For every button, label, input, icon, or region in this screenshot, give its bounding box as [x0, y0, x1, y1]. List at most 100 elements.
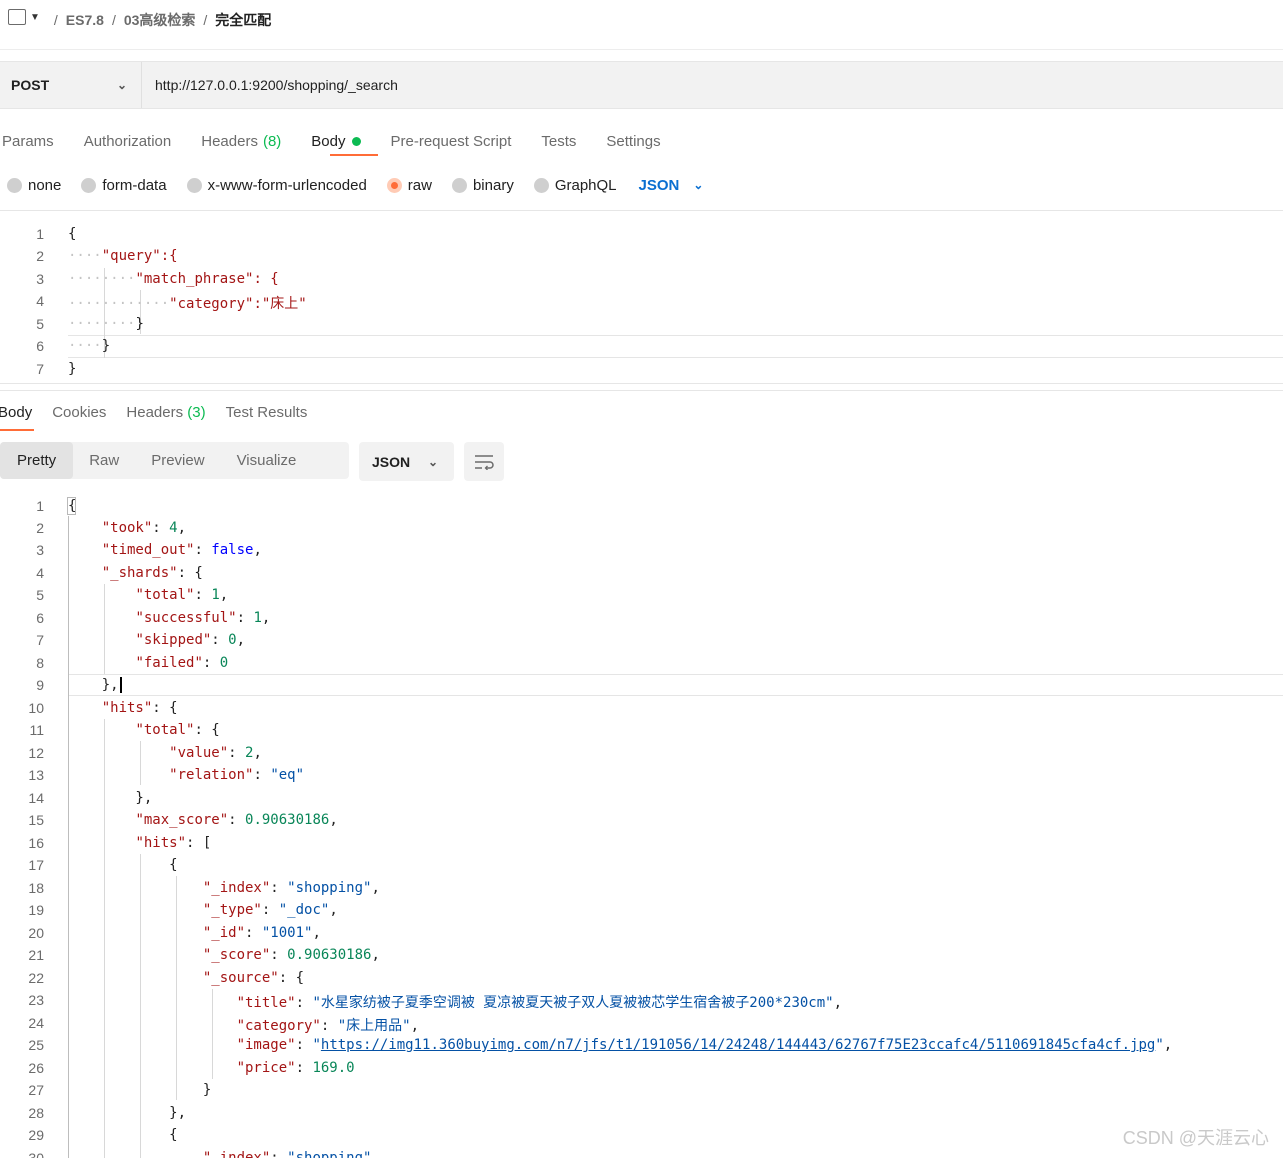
code-line: },	[68, 790, 153, 806]
radio-label: none	[28, 176, 62, 194]
tab-label: Body	[311, 132, 346, 150]
radio-none[interactable]: none	[7, 177, 61, 194]
tab-cookies[interactable]: Cookies	[52, 404, 106, 421]
code-line: },	[68, 1105, 187, 1121]
code-line: {	[68, 1127, 178, 1143]
line-number: 4	[36, 565, 44, 581]
tab-response-headers[interactable]: Headers (3)	[126, 404, 205, 421]
line-number: 19	[28, 902, 44, 918]
line-number: 14	[28, 790, 44, 806]
code-line: "category": "床上用品",	[236, 1018, 420, 1034]
radio-graphql[interactable]: GraphQL	[533, 176, 617, 194]
body-format-select[interactable]: JSON ⌄	[639, 177, 704, 194]
radio-raw[interactable]: raw	[386, 177, 432, 194]
active-tab-indicator	[0, 429, 34, 431]
radio-form-data[interactable]: form-data	[81, 176, 167, 194]
line-number: 7	[36, 632, 44, 648]
tab-authorization[interactable]: Authorization	[84, 133, 172, 150]
line-number: 7	[36, 361, 44, 377]
line-number: 3	[36, 271, 44, 287]
radio-x-www-form-urlencoded[interactable]: x-www-form-urlencoded	[186, 177, 367, 194]
request-body-editor[interactable]: 1 2 3 4 5 6 7 { ····"query":{ ········"m…	[0, 222, 1283, 382]
code-line: "_id": "1001",	[202, 925, 321, 941]
image-url-link[interactable]: https://img11.360buyimg.com/n7/jfs/t1/19…	[321, 1037, 1155, 1053]
line-number: 13	[28, 767, 44, 783]
line-number: 4	[36, 293, 44, 309]
chevron-down-icon: ⌄	[693, 178, 704, 192]
code-line: {	[68, 498, 77, 514]
tab-label: Settings	[606, 132, 661, 150]
divider	[0, 390, 1283, 391]
line-number: 5	[36, 316, 44, 332]
code-line: "_index": "shopping",	[202, 880, 380, 896]
code-line: "_source": {	[202, 970, 305, 986]
line-number: 23	[28, 992, 44, 1008]
tab-label: Params	[2, 132, 54, 150]
code-line: {	[68, 857, 178, 873]
chevron-down-icon: ⌄	[116, 78, 127, 92]
wrap-lines-button[interactable]	[464, 442, 504, 481]
code-line: },	[68, 677, 122, 693]
response-format-select[interactable]: JSON ⌄	[359, 442, 454, 481]
line-number: 28	[28, 1105, 44, 1121]
line-number: 20	[28, 925, 44, 941]
caret-down-icon[interactable]: ▼	[30, 12, 40, 23]
radio-label: GraphQL	[554, 176, 617, 194]
active-tab-indicator	[330, 154, 378, 156]
tab-test-results[interactable]: Test Results	[226, 404, 308, 421]
tab-pre-request-script[interactable]: Pre-request Script	[391, 133, 512, 150]
line-number: 30	[28, 1150, 44, 1158]
tab-params[interactable]: Params	[2, 133, 54, 150]
radio-label: form-data	[102, 176, 167, 194]
divider	[0, 49, 1283, 50]
url-input[interactable]: http://127.0.0.1:9200/shopping/_search	[142, 77, 398, 93]
collection-icon[interactable]	[8, 9, 26, 25]
breadcrumb-item[interactable]: ES7.8	[66, 12, 104, 28]
breadcrumb-item[interactable]: 03高级检索	[124, 10, 196, 30]
code-line: "_index": "shopping"	[202, 1150, 372, 1158]
code-line: "price": 169.0	[236, 1060, 355, 1076]
code-line: ········"match_phrase": {	[68, 271, 279, 287]
view-raw-button[interactable]: Raw	[73, 442, 135, 479]
line-number: 1	[36, 226, 44, 242]
tab-label: Authorization	[83, 132, 172, 150]
line-number: 22	[28, 970, 44, 986]
line-number: 24	[28, 1015, 44, 1031]
line-number: 9	[36, 677, 44, 693]
code-line: "total": {	[135, 722, 220, 738]
breadcrumb: ▼ / ES7.8 / 03高级检索 / 完全匹配	[0, 0, 1283, 40]
headers-count: (3)	[187, 403, 206, 421]
tab-tests[interactable]: Tests	[541, 133, 576, 150]
line-number: 6	[36, 610, 44, 626]
method-select[interactable]: POST ⌄	[0, 62, 142, 108]
code-line: "_score": 0.90630186,	[202, 947, 380, 963]
radio-binary[interactable]: binary	[451, 177, 514, 194]
tab-body[interactable]: Body	[311, 132, 361, 150]
view-preview-button[interactable]: Preview	[135, 442, 220, 479]
view-visualize-button[interactable]: Visualize	[221, 442, 313, 479]
watermark: CSDN @天涯云心	[1122, 1128, 1269, 1148]
response-tabs: Body Cookies Headers (3) Test Results	[0, 400, 327, 424]
response-body-viewer[interactable]: 1 2 3 4 5 6 7 8 9 10 11 12 13 14 15 16 1…	[0, 494, 1283, 1158]
tab-response-body[interactable]: Body	[0, 404, 32, 421]
tab-settings[interactable]: Settings	[606, 133, 660, 150]
body-type-options: none form-data x-www-form-urlencoded raw…	[7, 174, 703, 196]
tab-headers[interactable]: Headers (8)	[201, 133, 281, 150]
tab-label: Headers	[126, 403, 184, 421]
view-pretty-button[interactable]: Pretty	[0, 442, 74, 479]
code-line: "_type": "_doc",	[202, 902, 338, 918]
code-line: "relation": "eq"	[169, 767, 305, 783]
line-number: 3	[36, 542, 44, 558]
code-line: "_shards": {	[101, 565, 203, 581]
radio-circle-icon	[81, 177, 97, 193]
line-number: 5	[36, 587, 44, 603]
code-line: "value": 2,	[169, 745, 262, 761]
tab-label: Tests	[541, 132, 577, 150]
radio-circle-icon	[7, 177, 22, 193]
view-mode-group: Pretty Raw Preview Visualize	[0, 442, 349, 479]
chevron-down-icon: ⌄	[427, 454, 438, 469]
code-line: "title": "水星家纺被子夏季空调被 夏凉被夏天被子双人夏被被芯学生宿舍被…	[236, 995, 843, 1011]
code-line: {	[68, 226, 77, 242]
line-number: 16	[28, 835, 44, 851]
request-name[interactable]: 完全匹配	[215, 10, 271, 30]
